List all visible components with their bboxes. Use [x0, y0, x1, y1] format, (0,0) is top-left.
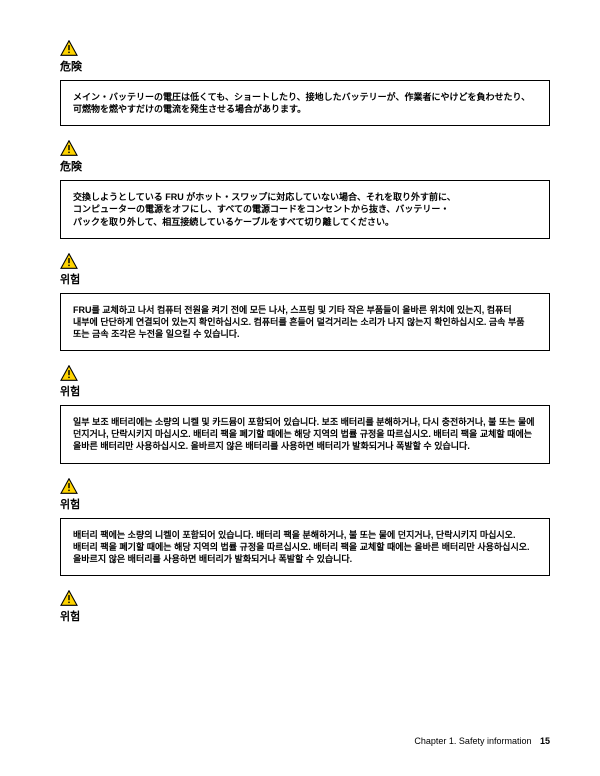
warning-header: 危険 [60, 40, 550, 74]
page-footer: Chapter 1. Safety information 15 [414, 736, 550, 746]
warning-box: 배터리 팩에는 소량의 니켈이 포함되어 있습니다. 배터리 팩을 분해하거나,… [60, 518, 550, 576]
warning-block: 危険 交換しようとしている FRU がホット・スワップに対応していない場合、それ… [60, 140, 550, 238]
warning-block: 危険 メイン・バッテリーの電圧は低くても、ショートしたり、接地したバッテリーが、… [60, 40, 550, 126]
warning-block: 위험 일부 보조 배터리에는 소량의 니켈 및 카드뮴이 포함되어 있습니다. … [60, 365, 550, 463]
warning-label: 위험 [60, 496, 80, 512]
warning-block: 위험 FRU를 교체하고 나서 컴퓨터 전원을 켜기 전에 모든 나사, 스프링… [60, 253, 550, 351]
warning-block: 위험 [60, 590, 550, 624]
warning-label: 위험 [60, 271, 80, 287]
warning-block: 위험 배터리 팩에는 소량의 니켈이 포함되어 있습니다. 배터리 팩을 분해하… [60, 478, 550, 576]
warning-icon [60, 253, 78, 269]
warning-box: FRU를 교체하고 나서 컴퓨터 전원을 켜기 전에 모든 나사, 스프링 및 … [60, 293, 550, 351]
warning-box: 交換しようとしている FRU がホット・スワップに対応していない場合、それを取り… [60, 180, 550, 238]
warning-label: 위험 [60, 383, 80, 399]
warning-box: 일부 보조 배터리에는 소량의 니켈 및 카드뮴이 포함되어 있습니다. 보조 … [60, 405, 550, 463]
warning-icon [60, 40, 78, 56]
footer-page-number: 15 [540, 736, 550, 746]
warning-header: 위험 [60, 590, 550, 624]
warning-header: 위험 [60, 253, 550, 287]
warning-label: 危険 [60, 158, 82, 174]
footer-chapter: Chapter 1. Safety information [414, 736, 531, 746]
warning-label: 위험 [60, 608, 80, 624]
warning-box: メイン・バッテリーの電圧は低くても、ショートしたり、接地したバッテリーが、作業者… [60, 80, 550, 126]
warning-header: 위험 [60, 478, 550, 512]
warning-icon [60, 478, 78, 494]
warning-header: 위험 [60, 365, 550, 399]
warning-label: 危険 [60, 58, 82, 74]
warning-icon [60, 365, 78, 381]
page-content: 危険 メイン・バッテリーの電圧は低くても、ショートしたり、接地したバッテリーが、… [0, 0, 600, 668]
warning-header: 危険 [60, 140, 550, 174]
warning-icon [60, 140, 78, 156]
warning-icon [60, 590, 78, 606]
